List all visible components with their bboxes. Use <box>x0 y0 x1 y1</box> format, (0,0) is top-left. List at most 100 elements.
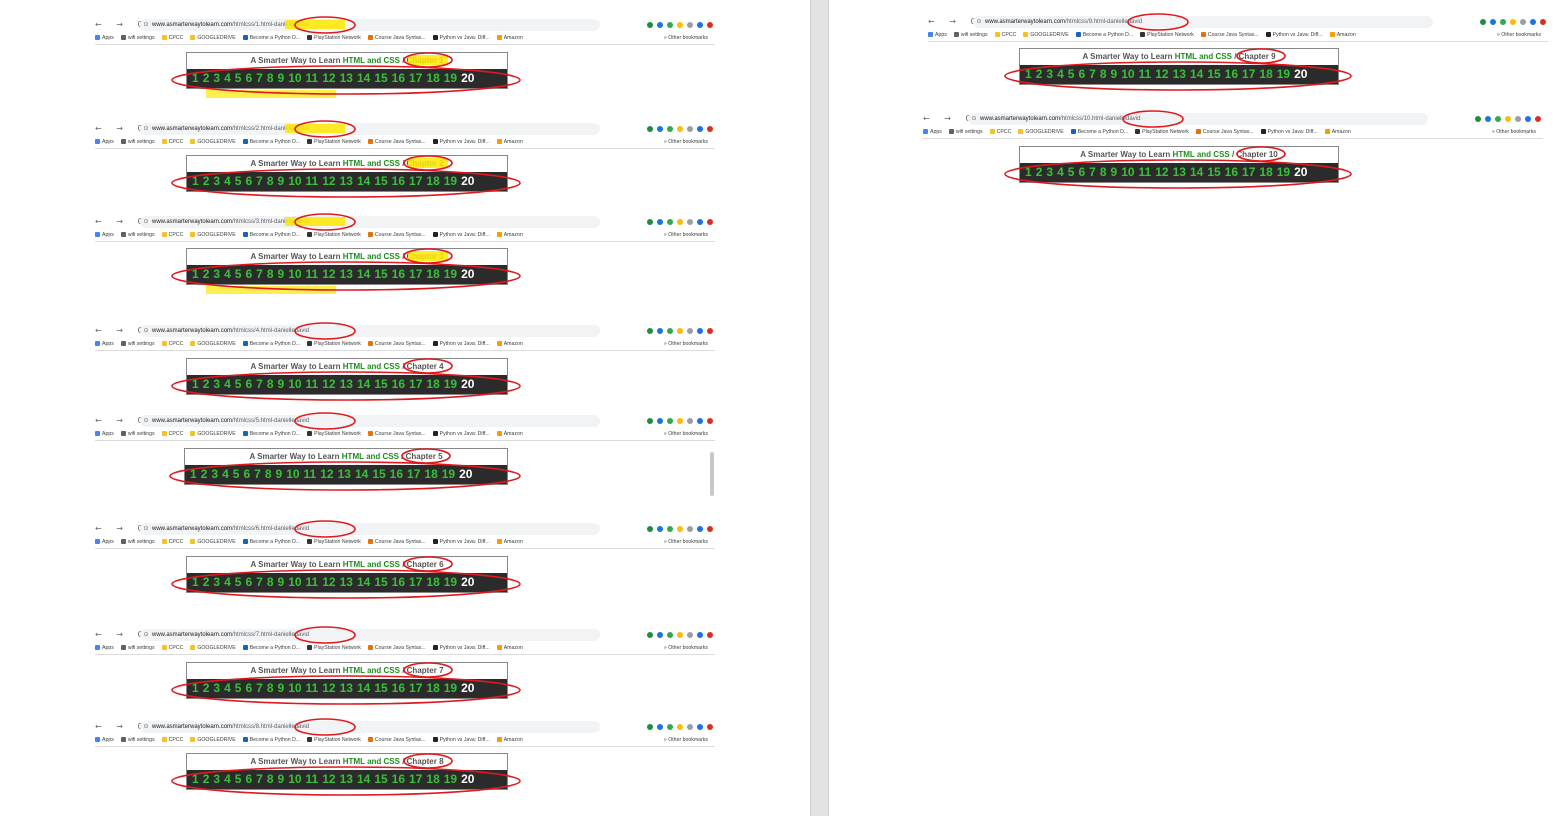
chapter-link[interactable]: 9 <box>278 174 285 188</box>
bookmark-globe-icon[interactable]: wifi settings <box>120 139 155 145</box>
chapter-link[interactable]: 11 <box>306 377 319 391</box>
chapter-link[interactable]: 19 <box>1277 165 1290 179</box>
chapter-link[interactable]: 15 <box>1207 67 1220 81</box>
chapter-link[interactable]: 12 <box>322 681 335 695</box>
chapter-link[interactable]: 7 <box>254 467 261 481</box>
chapter-link[interactable]: 17 <box>409 377 422 391</box>
extension-icon[interactable] <box>677 526 683 532</box>
chapter-link[interactable]: 7 <box>256 267 263 281</box>
chapter-link[interactable]: 16 <box>392 681 405 695</box>
chapter-link[interactable]: 12 <box>322 772 335 786</box>
chapter-link[interactable]: 6 <box>1078 165 1085 179</box>
chapter-link[interactable]: 18 <box>426 575 439 589</box>
bookmark-apps-icon[interactable]: Apps <box>95 232 114 238</box>
chapter-link[interactable]: 11 <box>304 467 317 481</box>
chapter-link[interactable]: 1 <box>192 772 199 786</box>
extension-icon[interactable] <box>687 328 693 334</box>
chapter-link[interactable]: 15 <box>372 467 385 481</box>
chapter-link[interactable]: 16 <box>392 267 405 281</box>
bookmark-amazon-icon[interactable]: Amazon <box>496 431 523 437</box>
extension-icons[interactable] <box>1473 112 1543 126</box>
extension-icon[interactable] <box>707 526 713 532</box>
chapter-link[interactable]: 4 <box>224 174 231 188</box>
extension-icon[interactable] <box>667 632 673 638</box>
extension-icon[interactable] <box>1520 19 1526 25</box>
chapter-link[interactable]: 2 <box>201 467 208 481</box>
extension-icon[interactable] <box>687 126 693 132</box>
other-bookmarks[interactable]: » Other bookmarks <box>664 136 708 148</box>
chapter-link[interactable]: 12 <box>322 575 335 589</box>
extension-icons[interactable] <box>645 720 715 734</box>
extension-icon[interactable] <box>1485 116 1491 122</box>
extension-icon[interactable] <box>687 22 693 28</box>
extension-icon[interactable] <box>677 126 683 132</box>
extension-icon[interactable] <box>1540 19 1546 25</box>
bookmark-github-icon[interactable]: Python vs Java: Diff... <box>432 341 490 347</box>
extension-icon[interactable] <box>707 418 713 424</box>
bookmark-folder-icon[interactable]: CPCC <box>161 645 183 651</box>
extension-icon[interactable] <box>687 219 693 225</box>
chapter-link[interactable]: 2 <box>203 377 210 391</box>
bookmark-folder-icon[interactable]: CPCC <box>161 341 183 347</box>
chapter-link[interactable]: 8 <box>267 71 274 85</box>
chapter-link[interactable]: 11 <box>1139 165 1152 179</box>
extension-icon[interactable] <box>707 219 713 225</box>
chapter-link[interactable]: 13 <box>340 575 353 589</box>
chapter-link[interactable]: 15 <box>374 575 387 589</box>
bookmark-amazon-icon[interactable]: Amazon <box>496 232 523 238</box>
bookmark-folder-icon[interactable]: CPCC <box>161 139 183 145</box>
chapter-link[interactable]: 20 <box>461 71 474 85</box>
bookmark-playstation-icon[interactable]: PlayStation Network <box>307 431 361 437</box>
chapter-link[interactable]: 2 <box>1036 67 1043 81</box>
extension-icons[interactable] <box>1478 15 1548 29</box>
chapter-link[interactable]: 18 <box>1259 67 1272 81</box>
extension-icon[interactable] <box>697 632 703 638</box>
chapter-link[interactable]: 8 <box>1100 67 1107 81</box>
bookmark-orange-circle-icon[interactable]: Course Java Syntax... <box>367 431 426 437</box>
chapter-link[interactable]: 4 <box>224 575 231 589</box>
bookmark-folder-icon[interactable]: CPCC <box>161 539 183 545</box>
chapter-link[interactable]: 8 <box>267 575 274 589</box>
chapter-link[interactable]: 4 <box>224 772 231 786</box>
chapter-link[interactable]: 18 <box>426 71 439 85</box>
bookmark-playstation-icon[interactable]: PlayStation Network <box>307 341 361 347</box>
address-bar[interactable]: ⊙ www.asmarterwaytolearn.com/htmlcss/4.ht… <box>140 325 600 337</box>
bookmark-folder-icon[interactable]: CPCC <box>161 232 183 238</box>
chapter-link[interactable]: 14 <box>1190 67 1203 81</box>
chapter-link[interactable]: 13 <box>340 174 353 188</box>
chapter-link[interactable]: 14 <box>357 772 370 786</box>
chapter-link[interactable]: 14 <box>357 681 370 695</box>
chapter-link[interactable]: 5 <box>235 267 242 281</box>
chapter-link[interactable]: 1 <box>192 681 199 695</box>
chapter-link[interactable]: 3 <box>213 71 220 85</box>
bookmark-apps-icon[interactable]: Apps <box>95 35 114 41</box>
bookmark-globe-icon[interactable]: wifi settings <box>120 737 155 743</box>
chapter-link[interactable]: 16 <box>392 377 405 391</box>
extension-icon[interactable] <box>657 328 663 334</box>
chapter-link[interactable]: 19 <box>444 267 457 281</box>
chapter-link[interactable]: 18 <box>1259 165 1272 179</box>
chapter-link[interactable]: 4 <box>224 681 231 695</box>
chapter-link[interactable]: 13 <box>338 467 351 481</box>
chapter-link[interactable]: 17 <box>1242 67 1255 81</box>
bookmark-blue-tab-icon[interactable]: Become a Python D... <box>242 539 300 545</box>
chapter-link[interactable]: 6 <box>245 772 252 786</box>
chapter-link[interactable]: 6 <box>245 174 252 188</box>
extension-icon[interactable] <box>687 418 693 424</box>
chapter-link[interactable]: 6 <box>1078 67 1085 81</box>
bookmark-apps-icon[interactable]: Apps <box>95 737 114 743</box>
chapter-link[interactable]: 9 <box>276 467 283 481</box>
chapter-link[interactable]: 10 <box>288 575 301 589</box>
chapter-link[interactable]: 13 <box>340 267 353 281</box>
bookmark-orange-circle-icon[interactable]: Course Java Syntax... <box>367 341 426 347</box>
chapter-link[interactable]: 4 <box>222 467 229 481</box>
bookmark-apps-icon[interactable]: Apps <box>928 32 947 38</box>
chapter-link[interactable]: 11 <box>1139 67 1152 81</box>
address-bar[interactable]: ⊙ www.asmarterwaytolearn.com/htmlcss/5.ht… <box>140 415 600 427</box>
chapter-link[interactable]: 1 <box>192 377 199 391</box>
other-bookmarks[interactable]: » Other bookmarks <box>664 338 708 350</box>
chapter-link[interactable]: 16 <box>392 772 405 786</box>
extension-icon[interactable] <box>677 632 683 638</box>
extension-icon[interactable] <box>677 724 683 730</box>
chapter-link[interactable]: 6 <box>243 467 250 481</box>
